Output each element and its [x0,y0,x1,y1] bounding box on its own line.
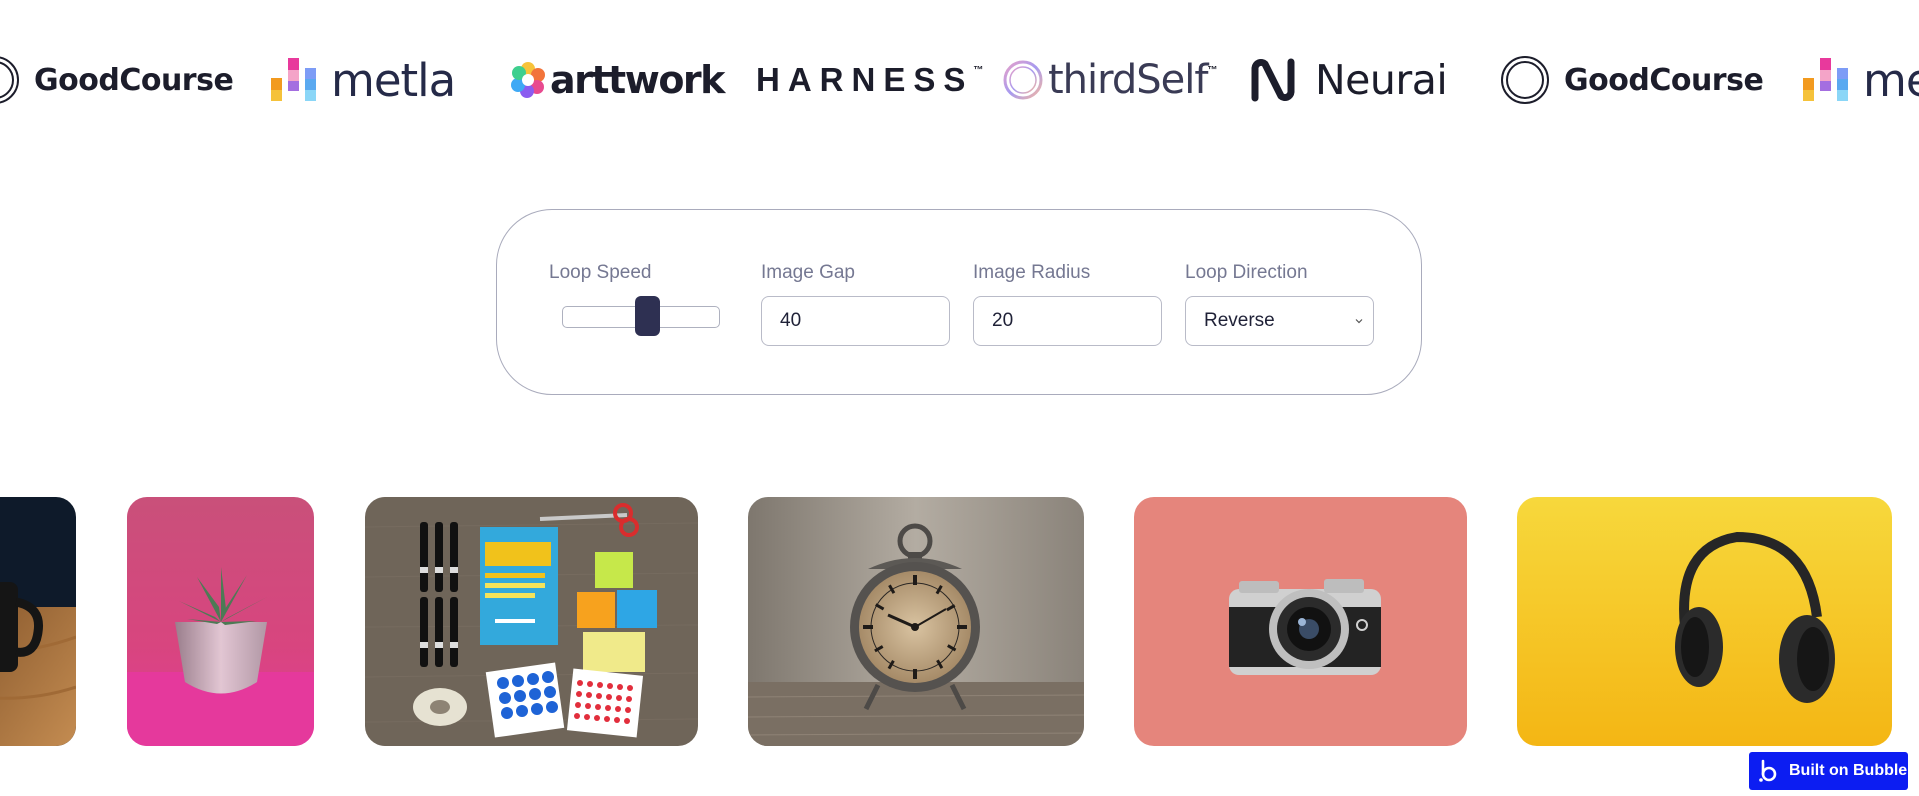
image-card-mug [0,497,76,746]
logo-goodcourse: GoodCourse [0,40,234,120]
built-on-bubble-label: Built on Bubble [1789,762,1908,779]
image-marquee [0,497,1919,746]
logo-thirdself: thirdSelf ™ [1002,40,1217,120]
logo-harness: HARNESS ™ [756,40,983,120]
image-radius-input[interactable]: 20 [973,296,1162,346]
logo-thirdself-tm: ™ [1207,64,1218,76]
loop-direction-value: Reverse [1204,310,1275,331]
metla-blocks-icon [271,58,316,101]
succulent-photo [127,497,314,746]
built-on-bubble-badge[interactable]: Built on Bubble [1749,752,1908,790]
logo-metla: metla [271,40,456,120]
logo-arttwork: arttwork [510,40,725,120]
goodcourse-rings-icon [1501,56,1549,104]
headphones-photo [1517,497,1892,746]
logo-thirdself-text: thirdSelf [1048,57,1208,103]
loop-speed-label: Loop Speed [549,262,652,283]
logo-goodcourse-text: GoodCourse [34,62,234,98]
logo-goodcourse: GoodCourse [1500,40,1764,120]
sprint-flatlay-photo [365,497,698,746]
image-card-sprint-flatlay [365,497,698,746]
logo-metla-text: metla [331,53,456,107]
loop-direction-select[interactable]: Reverse [1185,296,1374,346]
chevron-down-icon [1355,319,1363,324]
metla-blocks-icon [1803,58,1848,101]
logo-harness-tm: ™ [973,64,984,76]
loop-speed-slider-thumb[interactable] [635,296,661,336]
image-radius-label: Image Radius [973,262,1091,283]
camera-photo [1134,497,1467,746]
logo-neurai: Neurai [1247,40,1448,120]
arttwork-flower-icon [511,62,545,98]
image-card-alarm-clock [748,497,1084,746]
logo-metla: me [1803,40,1919,120]
logo-marquee: GoodCourse metla arttwork HARNESS ™ thir… [0,40,1919,120]
image-card-headphones [1517,497,1892,746]
logo-neurai-text: Neurai [1315,56,1448,104]
loop-speed-field: Loop Speed [549,262,719,284]
settings-panel: Loop Speed Image Gap 40 Image Radius 20 … [496,209,1422,395]
logo-goodcourse-text: GoodCourse [1564,62,1764,98]
image-card-succulent [127,497,314,746]
image-card-camera [1134,497,1467,746]
alarm-clock-photo [748,497,1084,746]
logo-metla-text: me [1863,53,1919,107]
image-radius-field: Image Radius [973,262,1090,284]
mug-photo [0,497,76,746]
logo-arttwork-text: arttwork [550,58,725,102]
logo-harness-text: HARNESS [756,61,974,98]
loop-direction-label: Loop Direction [1185,262,1308,283]
loop-direction-field: Loop Direction [1185,262,1308,284]
image-gap-label: Image Gap [761,262,855,283]
thirdself-ring-icon [1003,60,1043,100]
goodcourse-rings-icon [0,56,19,104]
neurai-n-icon [1251,58,1295,102]
image-gap-input[interactable]: 40 [761,296,950,346]
image-gap-field: Image Gap [761,262,855,284]
bubble-logo-icon [1759,759,1777,782]
